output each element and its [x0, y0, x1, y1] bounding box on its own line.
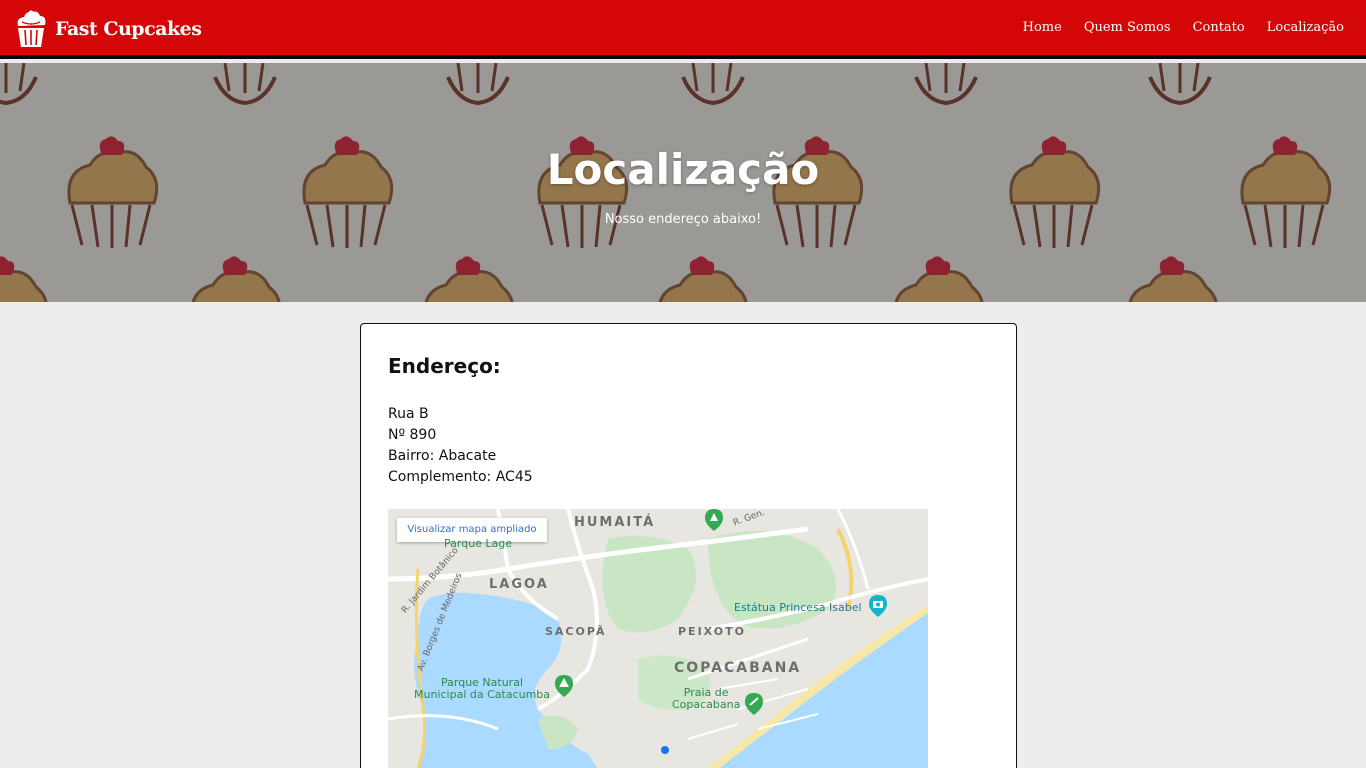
park-pin-icon[interactable]	[705, 509, 723, 531]
page-subtitle: Nosso endereço abaixo!	[604, 212, 762, 227]
nav-contato-link[interactable]: Contato	[1193, 20, 1245, 35]
embedded-map[interactable]: Visualizar mapa ampliado HUMAITÁ LAGOA S…	[388, 509, 928, 768]
address-number: Nº 890	[388, 427, 437, 443]
map-place-praia-copacabana: Praia de Copacabana	[672, 686, 741, 711]
cupcake-logo-icon	[17, 10, 46, 47]
nav-localizacao-link[interactable]: Localização	[1267, 20, 1344, 35]
map-district-sacopa: SACOPÃ	[545, 625, 607, 638]
transit-marker-icon	[661, 746, 669, 754]
address-complement: Complemento: AC45	[388, 469, 533, 485]
address-street: Rua B	[388, 406, 429, 422]
hero-banner: Localização Nosso endereço abaixo!	[0, 63, 1366, 302]
address-card: Endereço: Rua B Nº 890 Bairro: Abacate C…	[360, 323, 1017, 768]
map-district-peixoto: PEIXOTO	[678, 625, 746, 638]
camera-pin-icon[interactable]	[869, 595, 887, 617]
tree-pin-icon[interactable]	[555, 675, 573, 697]
map-place-estatua-princesa-isabel: Estátua Princesa Isabel	[734, 601, 862, 614]
beach-pin-icon[interactable]	[745, 693, 763, 715]
nav-quem-somos-link[interactable]: Quem Somos	[1084, 20, 1171, 35]
page-title: Localização	[546, 145, 820, 194]
map-district-lagoa: LAGOA	[489, 577, 549, 592]
map-district-humaita: HUMAITÁ	[574, 515, 656, 530]
address-heading: Endereço:	[388, 354, 501, 378]
address-neighborhood: Bairro: Abacate	[388, 448, 497, 464]
brand-name: Fast Cupcakes	[55, 18, 202, 40]
map-district-copacabana: COPACABANA	[674, 660, 802, 676]
nav-home-link[interactable]: Home	[1023, 20, 1062, 35]
nav-links: Home Quem Somos Contato Localização	[1001, 20, 1344, 35]
map-place-parque-catacumba: Parque Natural Municipal da Catacumba	[414, 676, 551, 701]
navbar: Fast Cupcakes Home Quem Somos Contato Lo…	[0, 0, 1366, 59]
brand[interactable]: Fast Cupcakes	[13, 10, 202, 48]
